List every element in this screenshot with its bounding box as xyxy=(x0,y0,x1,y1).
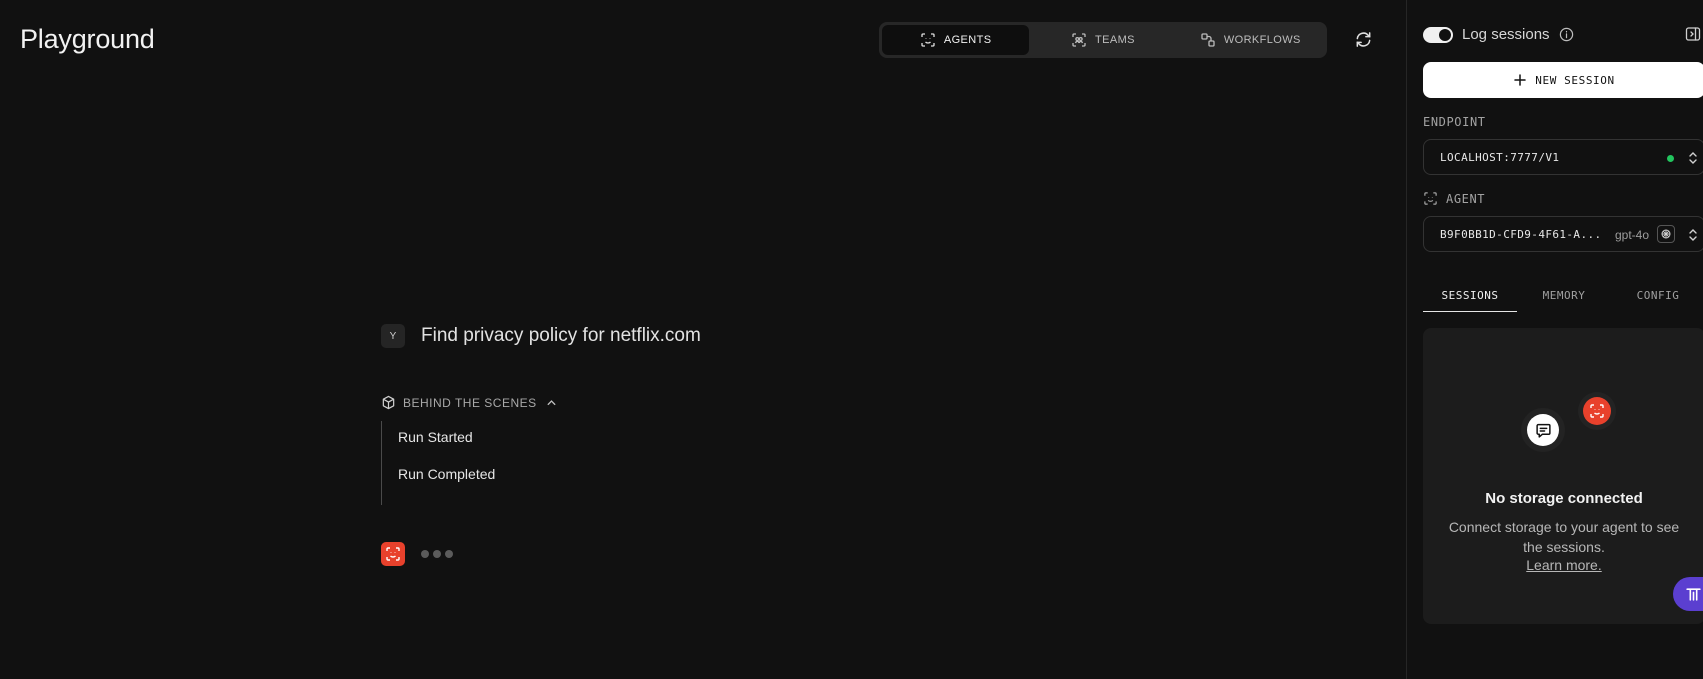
endpoint-select[interactable]: LOCALHOST:7777/V1 xyxy=(1423,139,1703,175)
typing-dot xyxy=(433,550,441,558)
cube-icon xyxy=(382,395,395,410)
agent-icon xyxy=(386,547,400,561)
empty-state-card: No storage connected Connect storage to … xyxy=(1423,328,1703,624)
mode-tabs: AGENTS TEAMS WORKFLOWS xyxy=(879,22,1327,58)
chevron-updown-icon xyxy=(1689,229,1697,241)
right-sidebar: Log sessions NEW SESSION ENDPOINT LOCALH… xyxy=(1406,0,1703,679)
list-item: Run Completed xyxy=(398,466,496,482)
chat-thread: Y Find privacy policy for netflix.com BE… xyxy=(381,324,1281,566)
behind-the-scenes-toggle[interactable]: BEHIND THE SCENES xyxy=(381,395,559,410)
agent-icon xyxy=(921,33,935,47)
agent-label: AGENT xyxy=(1423,191,1485,206)
model-provider-icon xyxy=(1657,225,1675,243)
user-message-text: Find privacy policy for netflix.com xyxy=(421,325,701,346)
page-title: Playground xyxy=(20,24,155,54)
sidebar-collapse-icon[interactable] xyxy=(1685,26,1701,42)
typing-dot xyxy=(421,550,429,558)
assistant-logo-icon xyxy=(1686,587,1701,601)
agent-label-text: AGENT xyxy=(1446,191,1486,206)
empty-state-description: Connect storage to your agent to see the… xyxy=(1448,519,1680,555)
behind-the-scenes-list: Run Started Run Completed xyxy=(381,421,495,505)
floating-assistant-button[interactable] xyxy=(1673,577,1703,611)
tab-workflows-label: WORKFLOWS xyxy=(1223,34,1301,46)
refresh-icon xyxy=(1356,31,1370,47)
user-avatar: Y xyxy=(381,324,405,348)
tab-agents[interactable]: AGENTS xyxy=(882,25,1030,55)
chat-bubble-icon xyxy=(1527,414,1559,446)
typing-dot xyxy=(445,550,453,558)
tab-agents-label: AGENTS xyxy=(943,34,992,46)
agent-avatar xyxy=(381,542,405,566)
team-icon xyxy=(1072,33,1086,47)
user-message: Y Find privacy policy for netflix.com xyxy=(381,324,1281,348)
endpoint-label: ENDPOINT xyxy=(1423,115,1486,129)
agent-icon xyxy=(1583,397,1611,425)
agent-select[interactable]: B9F0BB1D-CFD9-4F61-A... gpt-4o xyxy=(1423,216,1703,252)
tab-memory[interactable]: MEMORY xyxy=(1517,280,1611,312)
main-area: Playground AGENTS TEAMS WORKFLOWS Y Find… xyxy=(0,0,1406,679)
agent-icon xyxy=(1424,192,1437,205)
agent-typing-indicator xyxy=(381,542,453,566)
tab-sessions[interactable]: SESSIONS xyxy=(1423,280,1517,312)
refresh-button[interactable] xyxy=(1352,28,1374,50)
chevron-updown-icon xyxy=(1689,152,1697,164)
workflow-icon xyxy=(1201,33,1215,47)
tab-config[interactable]: CONFIG xyxy=(1611,280,1703,312)
info-icon[interactable] xyxy=(1559,27,1574,42)
empty-state-title: No storage connected xyxy=(1485,490,1643,507)
sidebar-tabs: SESSIONS MEMORY CONFIG xyxy=(1423,280,1703,312)
model-name: gpt-4o xyxy=(1615,228,1650,242)
new-session-label: NEW SESSION xyxy=(1535,73,1615,87)
tab-teams-label: TEAMS xyxy=(1095,34,1135,46)
typing-dots xyxy=(421,550,453,558)
log-sessions-label: Log sessions xyxy=(1462,26,1550,43)
list-item: Run Started xyxy=(398,429,473,445)
tab-workflows[interactable]: WORKFLOWS xyxy=(1177,25,1324,55)
learn-more-link[interactable]: Learn more. xyxy=(1423,557,1703,573)
behind-the-scenes-label: BEHIND THE SCENES xyxy=(403,395,537,410)
agent-value: B9F0BB1D-CFD9-4F61-A... xyxy=(1440,227,1602,241)
tab-teams[interactable]: TEAMS xyxy=(1029,25,1176,55)
endpoint-value: LOCALHOST:7777/V1 xyxy=(1440,150,1560,164)
log-sessions-row: Log sessions xyxy=(1423,26,1574,43)
log-sessions-toggle[interactable] xyxy=(1423,26,1453,43)
plus-icon xyxy=(1514,74,1527,86)
chevron-up-icon xyxy=(547,400,556,406)
status-indicator xyxy=(1667,155,1674,162)
new-session-button[interactable]: NEW SESSION xyxy=(1423,62,1703,98)
